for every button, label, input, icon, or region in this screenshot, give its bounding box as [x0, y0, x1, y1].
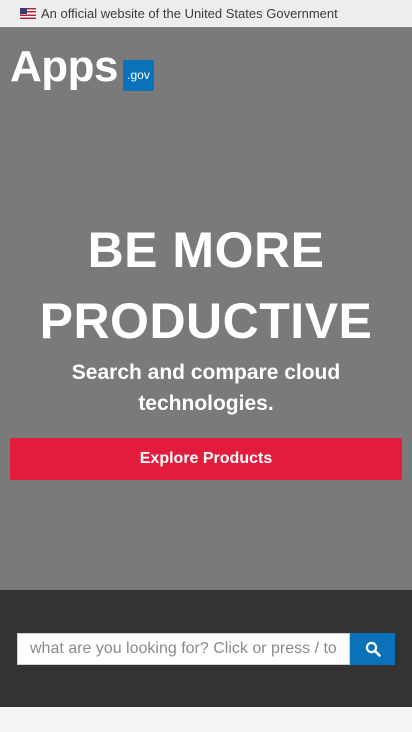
hero-headline: BE MORE PRODUCTIVE	[0, 215, 412, 357]
apps-gov-logo[interactable]: Apps .gov	[10, 43, 154, 91]
logo-text: Apps	[10, 42, 119, 91]
official-gov-banner: An official website of the United States…	[0, 0, 412, 27]
gov-banner-text: An official website of the United States…	[41, 6, 338, 21]
logo-badge: .gov	[123, 60, 154, 91]
headline-line-1: BE MORE	[87, 222, 325, 278]
hero-section: Apps .gov BE MORE PRODUCTIVE Search and …	[0, 27, 412, 590]
page-content-start	[0, 707, 412, 732]
search-button[interactable]	[350, 633, 395, 665]
search-icon	[365, 641, 381, 657]
explore-products-button[interactable]: Explore Products	[10, 438, 402, 480]
us-flag-icon	[20, 8, 36, 19]
hero-subheading: Search and compare cloud technologies.	[71, 361, 341, 415]
search-input[interactable]	[17, 633, 350, 665]
search-section	[0, 590, 412, 707]
headline-line-2: PRODUCTIVE	[39, 293, 373, 349]
